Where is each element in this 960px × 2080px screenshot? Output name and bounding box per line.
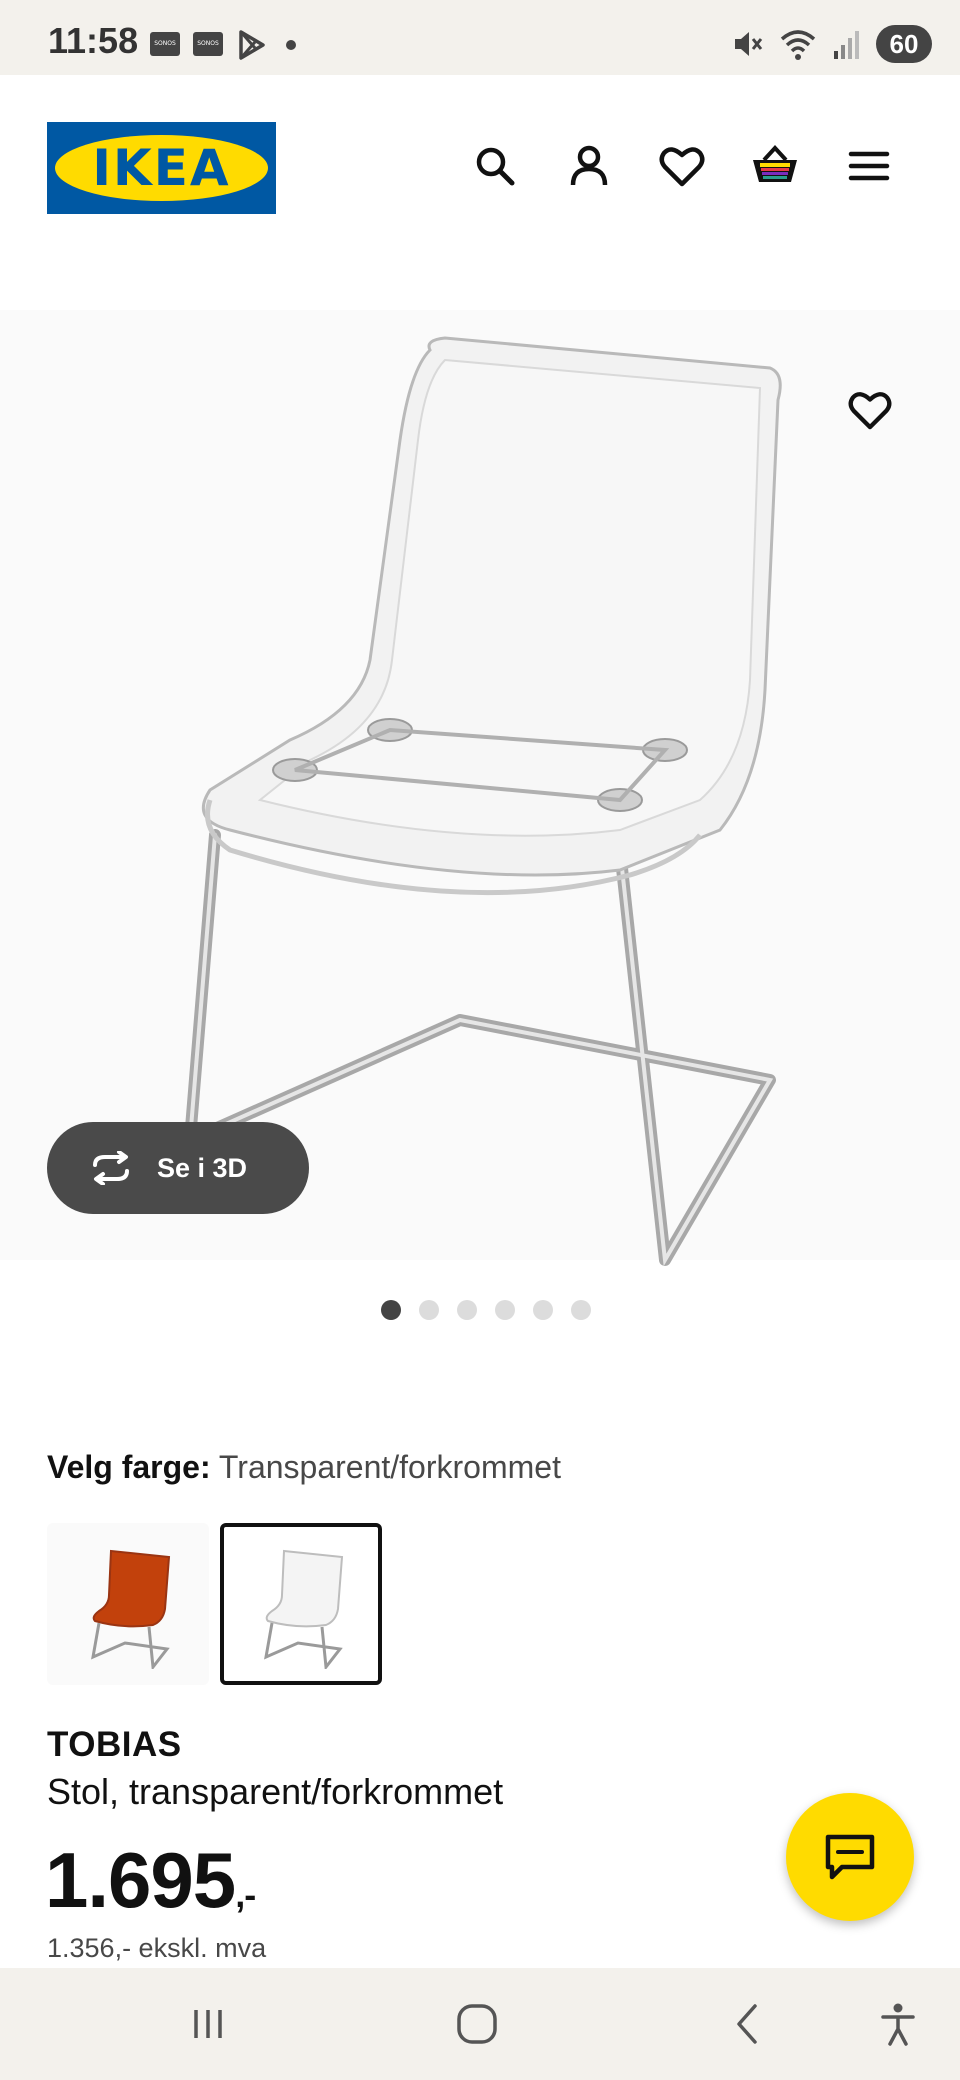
sonos-icon: SONOS — [150, 32, 180, 56]
carousel-dot[interactable] — [495, 1300, 515, 1320]
product-name: TOBIAS — [47, 1725, 182, 1764]
color-label: Velg farge: — [47, 1449, 211, 1485]
color-value: Transparent/forkrommet — [218, 1449, 561, 1485]
view-3d-label: Se i 3D — [157, 1152, 248, 1183]
battery-indicator: 60 — [876, 25, 932, 63]
recent-apps-icon[interactable] — [178, 1996, 238, 2052]
chat-button[interactable] — [786, 1793, 914, 1921]
price-main: 1.695 — [45, 1836, 236, 1924]
ikea-logo[interactable]: IKEA ® — [47, 122, 276, 214]
orange-chair-thumbnail — [91, 1549, 171, 1669]
product-price: 1.695,- — [45, 1835, 256, 1926]
price-suffix: ,- — [235, 1874, 256, 1915]
sonos-icon: SONOS — [193, 32, 223, 56]
color-swatch-transparent[interactable] — [220, 1523, 382, 1685]
favorite-icon[interactable] — [842, 382, 898, 438]
heart-icon[interactable] — [656, 140, 708, 192]
notification-dot-icon — [286, 40, 296, 50]
carousel-dot[interactable] — [571, 1300, 591, 1320]
price-ex-vat: 1.356,- ekskl. mva — [47, 1933, 267, 1963]
rotate-3d-icon — [93, 1151, 129, 1185]
account-icon[interactable] — [563, 140, 615, 192]
logo-text: IKEA — [92, 139, 231, 197]
status-time: 11:58 — [48, 20, 139, 61]
menu-icon[interactable] — [843, 140, 895, 192]
site-header: IKEA ® — [0, 75, 960, 245]
status-bar: 11:58 SONOS SONOS 60 — [0, 0, 960, 75]
search-icon[interactable] — [469, 140, 521, 192]
basket-icon[interactable] — [749, 140, 801, 192]
product-description: Stol, transparent/forkrommet — [47, 1771, 504, 1812]
signal-icon — [834, 31, 859, 59]
carousel-dot[interactable] — [533, 1300, 553, 1320]
mute-icon — [735, 32, 763, 56]
chat-icon — [825, 1834, 875, 1880]
carousel-dot[interactable] — [419, 1300, 439, 1320]
carousel-dot[interactable] — [457, 1300, 477, 1320]
home-icon[interactable] — [447, 1996, 507, 2052]
carousel-dots — [0, 1300, 960, 1320]
color-swatch-orange[interactable] — [47, 1523, 209, 1685]
transparent-chair-thumbnail — [264, 1549, 344, 1669]
view-3d-button[interactable]: Se i 3D — [47, 1122, 309, 1214]
carousel-dot[interactable] — [381, 1300, 401, 1320]
back-icon[interactable] — [717, 1996, 777, 2052]
accessibility-icon[interactable] — [868, 1996, 928, 2052]
wifi-icon — [780, 30, 816, 60]
system-nav-bar — [0, 1968, 960, 2080]
product-gallery[interactable]: Se i 3D — [0, 310, 960, 1320]
color-selector-label: Velg farge: Transparent/forkrommet — [47, 1449, 561, 1486]
play-store-icon — [239, 30, 265, 60]
